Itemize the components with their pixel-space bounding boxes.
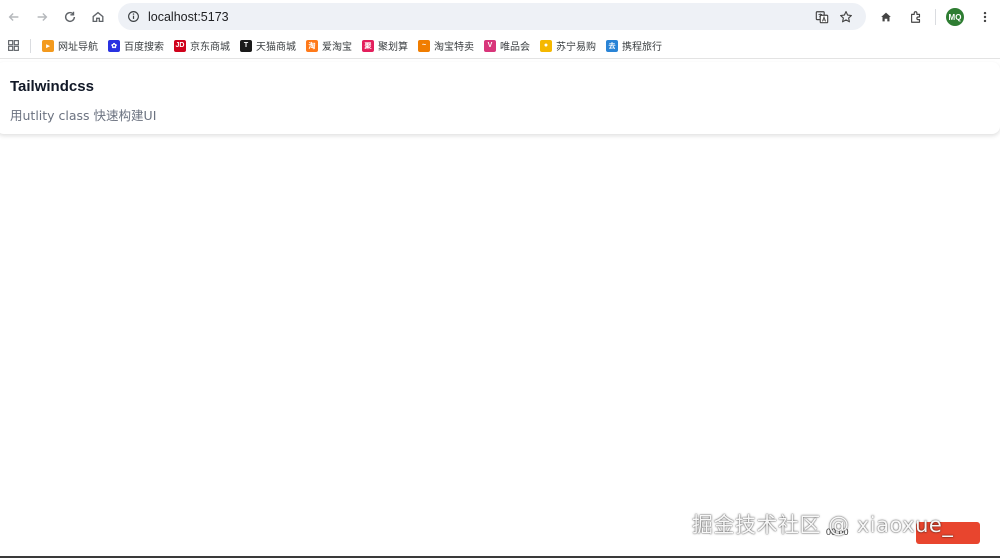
- bookmark-label: 京东商城: [190, 42, 230, 53]
- bookmark-label: 淘宝特卖: [434, 42, 474, 53]
- bookmark-item[interactable]: JD 京东商城: [169, 35, 235, 57]
- home-icon: [881, 12, 891, 22]
- bookmark-favicon-icon: V: [484, 39, 496, 52]
- bookmark-item[interactable]: T 天猫商城: [235, 35, 301, 57]
- bookmark-favicon-icon: T: [240, 39, 252, 52]
- bookmark-item[interactable]: ▸ 网址导航: [37, 35, 103, 57]
- bookmark-list: ▸ 网址导航 ✿ 百度搜索 JD 京东商城 T 天猫商城淘爱淘宝聚聚划算 ~ 淘宝特卖 V 唯品会 ● 苏…: [37, 35, 667, 57]
- bookmark-favicon-icon: ●: [540, 39, 552, 52]
- browser-toolbar: localhost:5173 MQ: [0, 0, 1000, 33]
- bookmark-favicon-icon: 去: [606, 39, 618, 52]
- card-title: Tailwindcss: [10, 78, 94, 95]
- bookmark-favicon-icon: 聚: [362, 39, 374, 52]
- bookmark-label: 网址导航: [58, 42, 98, 53]
- bookmark-item[interactable]: 聚聚划算: [357, 35, 413, 57]
- puzzle-icon: [911, 11, 921, 23]
- site-info-icon[interactable]: [120, 4, 146, 30]
- bookmark-label: 聚划算: [378, 42, 408, 53]
- bookmark-item[interactable]: 去携程旅行: [601, 35, 667, 57]
- bookmark-label: 苏宁易购: [556, 42, 596, 53]
- apps-button[interactable]: [0, 33, 26, 59]
- bookmark-label: 百度搜索: [124, 42, 164, 53]
- avatar: MQ: [946, 8, 964, 26]
- arrow-left-icon: [8, 12, 19, 21]
- bookmark-star-button[interactable]: [834, 5, 858, 29]
- bookmarks-bar: ▸ 网址导航 ✿ 百度搜索 JD 京东商城 T 天猫商城淘爱淘宝聚聚划算 ~ 淘宝特卖 V 唯品会 ● 苏…: [0, 33, 1000, 59]
- bookmark-favicon-icon: ▸: [42, 39, 54, 52]
- bookmark-label: 天猫商城: [256, 42, 296, 53]
- reload-icon: [64, 11, 76, 22]
- bookmark-favicon-icon: ~: [418, 39, 430, 52]
- translate-icon: [815, 11, 829, 24]
- intro-card: Tailwindcss 用utlity class 快速构建UI: [0, 62, 1000, 134]
- home-extension-button[interactable]: [871, 3, 901, 31]
- bookmark-label: 唯品会: [500, 42, 530, 53]
- toolbar-divider: [935, 9, 936, 25]
- bookmark-item[interactable]: ✿ 百度搜索: [103, 35, 169, 57]
- reload-button[interactable]: [56, 3, 84, 31]
- star-icon: [840, 11, 852, 23]
- menu-button[interactable]: [970, 3, 1000, 31]
- bookmark-favicon-icon: ✿: [108, 39, 120, 52]
- card-subtitle: 用utlity class 快速构建UI: [10, 108, 157, 123]
- translate-button[interactable]: [810, 5, 834, 29]
- address-bar[interactable]: localhost:5173: [118, 3, 866, 30]
- more-vertical-icon: [983, 11, 987, 23]
- apps-grid-icon: [7, 40, 19, 51]
- back-button[interactable]: [0, 3, 28, 31]
- profile-button[interactable]: MQ: [940, 3, 970, 31]
- url-text[interactable]: localhost:5173: [148, 10, 229, 24]
- home-icon: [92, 11, 104, 22]
- bookmark-item[interactable]: 淘爱淘宝: [301, 35, 357, 57]
- bookmark-label: 爱淘宝: [322, 42, 352, 53]
- bookmark-item[interactable]: ~ 淘宝特卖: [413, 35, 479, 57]
- bookmark-favicon-icon: JD: [174, 39, 186, 52]
- bookmarks-divider: [30, 38, 31, 53]
- bookmark-favicon-icon: 淘: [306, 39, 318, 52]
- bookmark-item[interactable]: V 唯品会: [479, 35, 535, 57]
- watermark: 掘金技术社区 @ xiaoxue_: [692, 513, 954, 537]
- home-button[interactable]: [84, 3, 112, 31]
- arrow-right-icon: [37, 12, 48, 21]
- bookmark-label: 携程旅行: [622, 42, 662, 53]
- forward-button[interactable]: [28, 3, 56, 31]
- extensions-button[interactable]: [901, 3, 931, 31]
- page-content: Tailwindcss 用utlity class 快速构建UI: [0, 60, 1000, 558]
- bookmark-item[interactable]: ● 苏宁易购: [535, 35, 601, 57]
